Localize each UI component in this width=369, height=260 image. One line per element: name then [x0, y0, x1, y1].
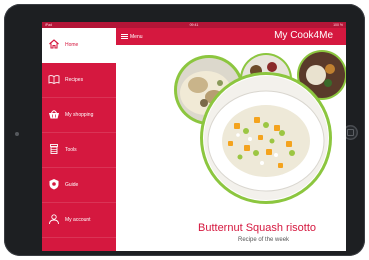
- main-content: Butternut Squash risotto Recipe of the w…: [116, 45, 346, 251]
- sidebar-item-tools[interactable]: Tools: [42, 133, 116, 168]
- tablet-frame: iPad 09:41 100 % Home Recipes My shoppin…: [4, 4, 365, 256]
- sidebar: Home Recipes My shopping Tools Guide My …: [42, 28, 116, 251]
- hamburger-icon: [121, 34, 128, 39]
- featured-recipe-title[interactable]: Butternut Squash risotto: [198, 222, 316, 234]
- home-icon: [49, 39, 59, 49]
- menu-button-label: Menu: [130, 33, 143, 40]
- sidebar-item-my-shopping[interactable]: My shopping: [42, 98, 116, 133]
- front-camera: [15, 132, 19, 136]
- book-icon: [48, 75, 60, 85]
- sidebar-item-label: Home: [65, 42, 79, 48]
- sidebar-item-recipes[interactable]: Recipes: [42, 63, 116, 98]
- featured-recipe-subtitle: Recipe of the week: [238, 237, 290, 243]
- pot-icon: [50, 144, 58, 154]
- sidebar-item-guide[interactable]: Guide: [42, 168, 116, 203]
- menu-button[interactable]: Menu: [121, 32, 143, 41]
- sidebar-item-label: Tools: [65, 147, 77, 153]
- featured-recipe-photo[interactable]: [200, 72, 332, 205]
- sidebar-item-label: My account: [65, 217, 91, 223]
- user-icon: [49, 214, 59, 225]
- featured-recipe-images[interactable]: [116, 45, 346, 220]
- sidebar-item-label: Recipes: [65, 77, 84, 83]
- top-bar: Menu My Cook4Me: [116, 28, 346, 45]
- basket-icon: [49, 110, 59, 119]
- guide-icon: [49, 179, 59, 190]
- sidebar-item-label: Guide: [65, 182, 79, 188]
- sidebar-item-label: My shopping: [65, 112, 94, 118]
- app-title: My Cook4Me: [274, 30, 333, 41]
- sidebar-item-home[interactable]: Home: [42, 28, 116, 63]
- app-screen: iPad 09:41 100 % Home Recipes My shoppin…: [42, 22, 346, 251]
- sidebar-item-my-account[interactable]: My account: [42, 203, 116, 238]
